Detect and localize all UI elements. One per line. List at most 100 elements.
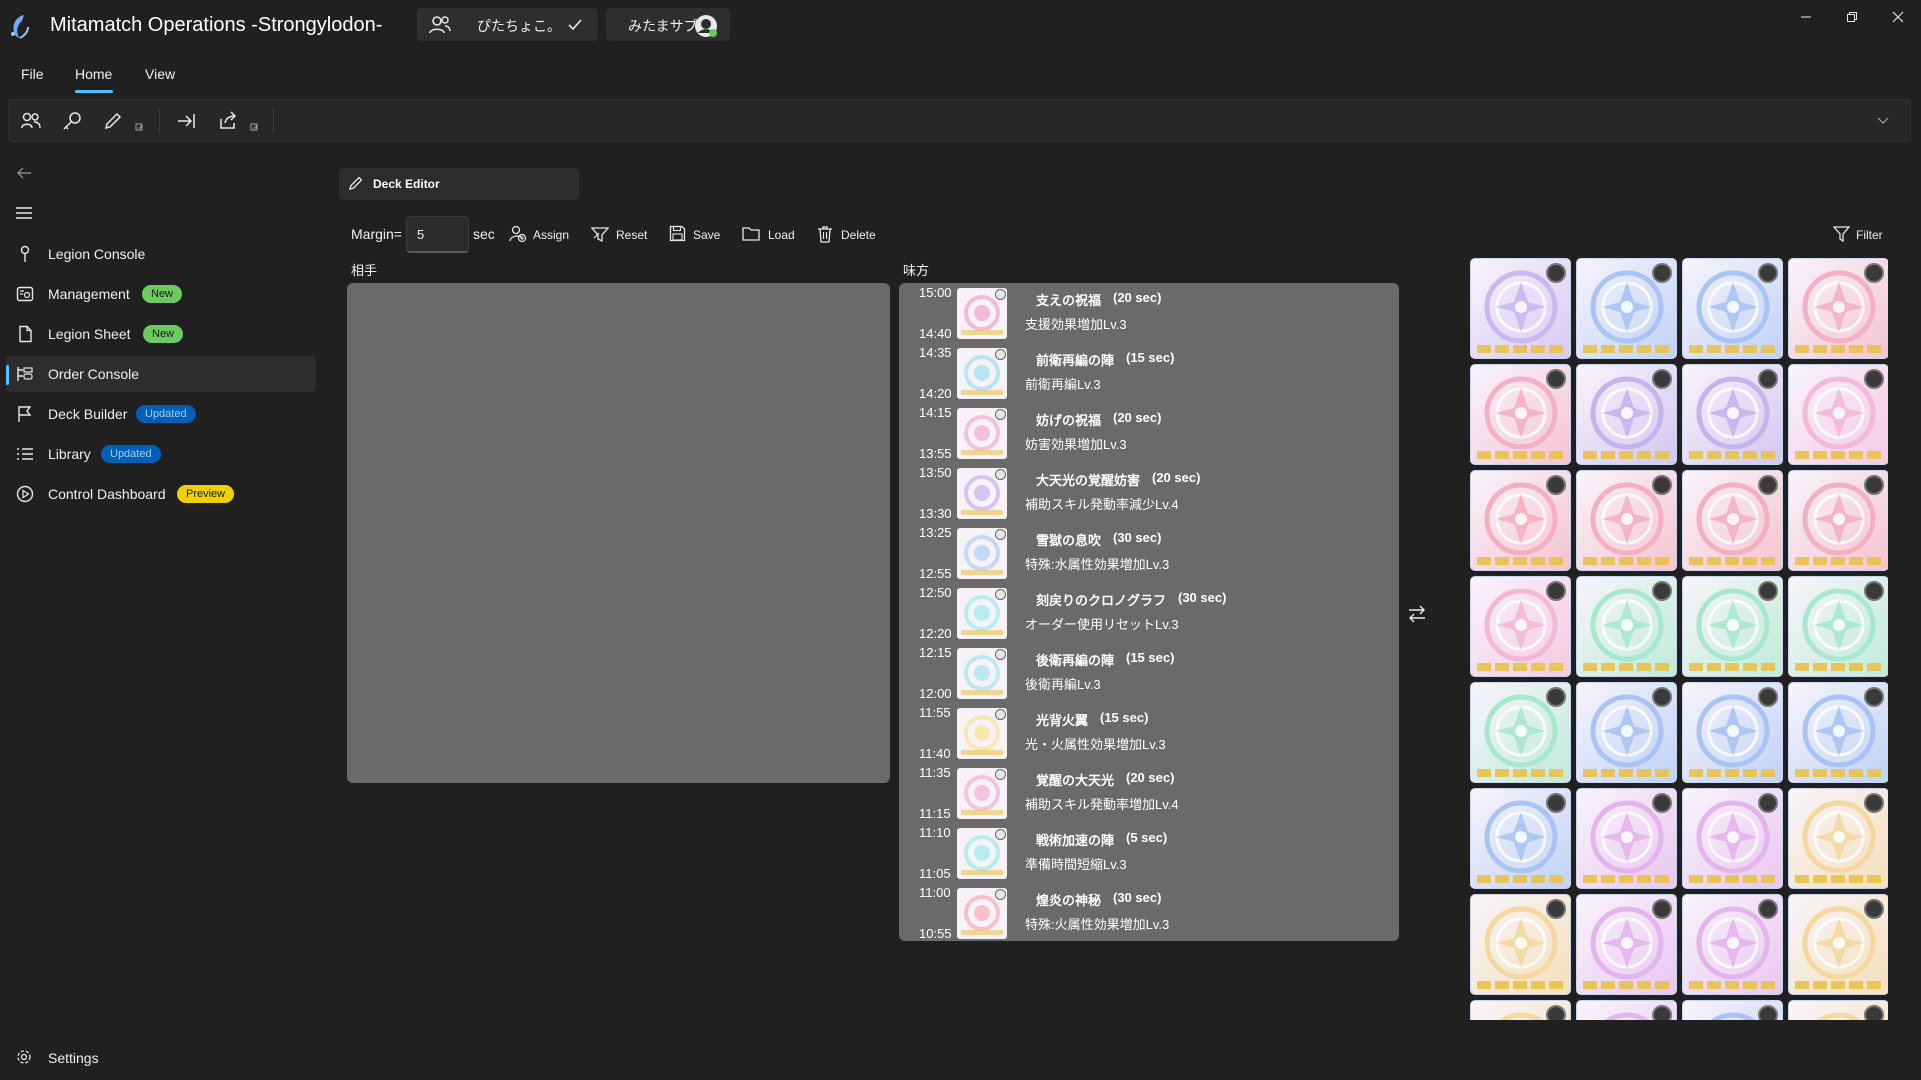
- add-icon[interactable]: [995, 589, 1006, 600]
- order-row[interactable]: 11:00 10:55 煌炎の神秘 (30 sec) 特殊:火属性効果増加Lv.3: [899, 883, 1399, 941]
- add-icon[interactable]: [995, 529, 1006, 540]
- sidebar-item-order-console[interactable]: Order Console: [6, 356, 316, 392]
- account-selector[interactable]: ぴたちょこ。: [417, 8, 598, 41]
- maximize-button[interactable]: [1830, 6, 1874, 28]
- memoria-card[interactable]: [1682, 364, 1783, 465]
- sidebar-item-library[interactable]: Library Updated: [6, 436, 316, 472]
- sidebar-item-legion-console[interactable]: Legion Console: [6, 236, 316, 272]
- add-icon[interactable]: [995, 649, 1006, 660]
- save-icon[interactable]: [669, 225, 686, 242]
- memoria-card[interactable]: [1682, 258, 1783, 359]
- order-thumbnail[interactable]: [957, 348, 1007, 399]
- memoria-card[interactable]: [1576, 1000, 1677, 1020]
- order-thumbnail[interactable]: [957, 528, 1007, 579]
- hamburger-menu-icon[interactable]: [15, 206, 33, 220]
- sidebar-item-deck-builder[interactable]: Deck Builder Updated: [6, 396, 316, 432]
- reset-button[interactable]: Reset: [616, 228, 647, 242]
- memoria-card[interactable]: [1576, 788, 1677, 889]
- order-row[interactable]: 14:15 13:55 妨げの祝福 (20 sec) 妨害効果増加Lv.3: [899, 403, 1399, 463]
- memoria-card[interactable]: [1788, 1000, 1888, 1020]
- order-thumbnail[interactable]: [957, 828, 1007, 879]
- memoria-card[interactable]: [1576, 576, 1677, 677]
- save-button[interactable]: Save: [693, 228, 720, 242]
- load-button[interactable]: Load: [768, 228, 795, 242]
- order-thumbnail[interactable]: [957, 648, 1007, 699]
- ally-order-list[interactable]: 15:00 14:40 支えの祝福 (20 sec) 支援効果増加Lv.3 14:35 14…: [899, 283, 1399, 941]
- order-row[interactable]: 15:00 14:40 支えの祝福 (20 sec) 支援効果増加Lv.3: [899, 283, 1399, 343]
- memoria-card[interactable]: [1576, 258, 1677, 359]
- assign-button[interactable]: Assign: [533, 228, 569, 242]
- order-thumbnail[interactable]: [957, 468, 1007, 519]
- memoria-card[interactable]: [1682, 1000, 1783, 1020]
- memoria-card[interactable]: [1470, 576, 1571, 677]
- add-icon[interactable]: [995, 889, 1006, 900]
- reset-icon[interactable]: [591, 225, 609, 243]
- assign-icon[interactable]: [509, 225, 527, 243]
- memoria-card[interactable]: [1788, 682, 1888, 783]
- memoria-card[interactable]: [1470, 788, 1571, 889]
- memoria-card[interactable]: [1576, 894, 1677, 995]
- memoria-card[interactable]: [1788, 364, 1888, 465]
- memoria-card[interactable]: [1682, 788, 1783, 889]
- order-row[interactable]: 14:35 14:20 前衛再編の陣 (15 sec) 前衛再編Lv.3: [899, 343, 1399, 403]
- sidebar-item-legion-sheet[interactable]: Legion Sheet New: [6, 316, 316, 352]
- memoria-card[interactable]: [1682, 894, 1783, 995]
- filter-button[interactable]: Filter: [1856, 228, 1883, 242]
- add-icon[interactable]: [995, 289, 1006, 300]
- memoria-card[interactable]: [1470, 258, 1571, 359]
- back-arrow-icon[interactable]: [16, 166, 32, 180]
- memoria-card[interactable]: [1682, 576, 1783, 677]
- arrow-to-end-icon[interactable]: [174, 109, 198, 133]
- add-icon[interactable]: [995, 409, 1006, 420]
- order-thumbnail[interactable]: [957, 888, 1007, 939]
- menu-home[interactable]: Home: [75, 66, 112, 82]
- order-thumbnail[interactable]: [957, 708, 1007, 759]
- share-dropdown-icon[interactable]: [249, 122, 259, 132]
- memoria-card[interactable]: [1682, 470, 1783, 571]
- memoria-card[interactable]: [1470, 682, 1571, 783]
- order-thumbnail[interactable]: [957, 408, 1007, 459]
- chevron-down-icon[interactable]: [1876, 116, 1890, 126]
- pen-dropdown-icon[interactable]: [134, 122, 144, 132]
- add-icon[interactable]: [995, 469, 1006, 480]
- menu-view[interactable]: View: [145, 66, 175, 82]
- minimize-button[interactable]: [1784, 6, 1828, 28]
- memoria-card[interactable]: [1788, 576, 1888, 677]
- check-icon[interactable]: [567, 17, 583, 33]
- memoria-card[interactable]: [1576, 682, 1677, 783]
- memoria-card[interactable]: [1576, 470, 1677, 571]
- add-icon[interactable]: [995, 769, 1006, 780]
- memoria-card[interactable]: [1788, 470, 1888, 571]
- trash-icon[interactable]: [817, 225, 833, 243]
- memoria-card[interactable]: [1788, 788, 1888, 889]
- order-thumbnail[interactable]: [957, 588, 1007, 639]
- add-icon[interactable]: [995, 349, 1006, 360]
- user-selector[interactable]: みたまサブ: [606, 8, 730, 41]
- order-thumbnail[interactable]: [957, 768, 1007, 819]
- memoria-card[interactable]: [1788, 894, 1888, 995]
- order-row[interactable]: 11:55 11:40 光背火翼 (15 sec) 光・火属性効果増加Lv.3: [899, 703, 1399, 763]
- order-row[interactable]: 12:15 12:00 後衛再編の陣 (15 sec) 後衛再編Lv.3: [899, 643, 1399, 703]
- sidebar-item-management[interactable]: Management New: [6, 276, 316, 312]
- share-icon[interactable]: [216, 109, 240, 133]
- order-row[interactable]: 12:50 12:20 刻戻りのクロノグラフ (30 sec) オーダー使用リセットLv…: [899, 583, 1399, 643]
- memoria-card[interactable]: [1682, 682, 1783, 783]
- filter-icon[interactable]: [1833, 225, 1850, 242]
- group-icon[interactable]: [19, 109, 43, 133]
- gear-icon[interactable]: [16, 1049, 32, 1065]
- margin-input[interactable]: [406, 216, 469, 253]
- memoria-card[interactable]: [1470, 1000, 1571, 1020]
- delete-button[interactable]: Delete: [841, 228, 876, 242]
- memoria-card[interactable]: [1788, 258, 1888, 359]
- sidebar-item-control-dashboard[interactable]: Control Dashboard Preview: [6, 476, 316, 512]
- order-row[interactable]: 11:35 11:15 覚醒の大天光 (20 sec) 補助スキル発動率増加Lv.4: [899, 763, 1399, 823]
- close-button[interactable]: [1876, 6, 1920, 28]
- order-thumbnail[interactable]: [957, 288, 1007, 339]
- order-row[interactable]: 13:25 12:55 雪獄の息吹 (30 sec) 特殊:水属性効果増加Lv.3: [899, 523, 1399, 583]
- key-icon[interactable]: [60, 109, 84, 133]
- order-row[interactable]: 11:10 11:05 戦術加速の陣 (5 sec) 準備時間短縮Lv.3: [899, 823, 1399, 883]
- memoria-card[interactable]: [1470, 470, 1571, 571]
- pen-icon[interactable]: [101, 109, 125, 133]
- folder-icon[interactable]: [742, 225, 760, 241]
- memoria-card[interactable]: [1470, 364, 1571, 465]
